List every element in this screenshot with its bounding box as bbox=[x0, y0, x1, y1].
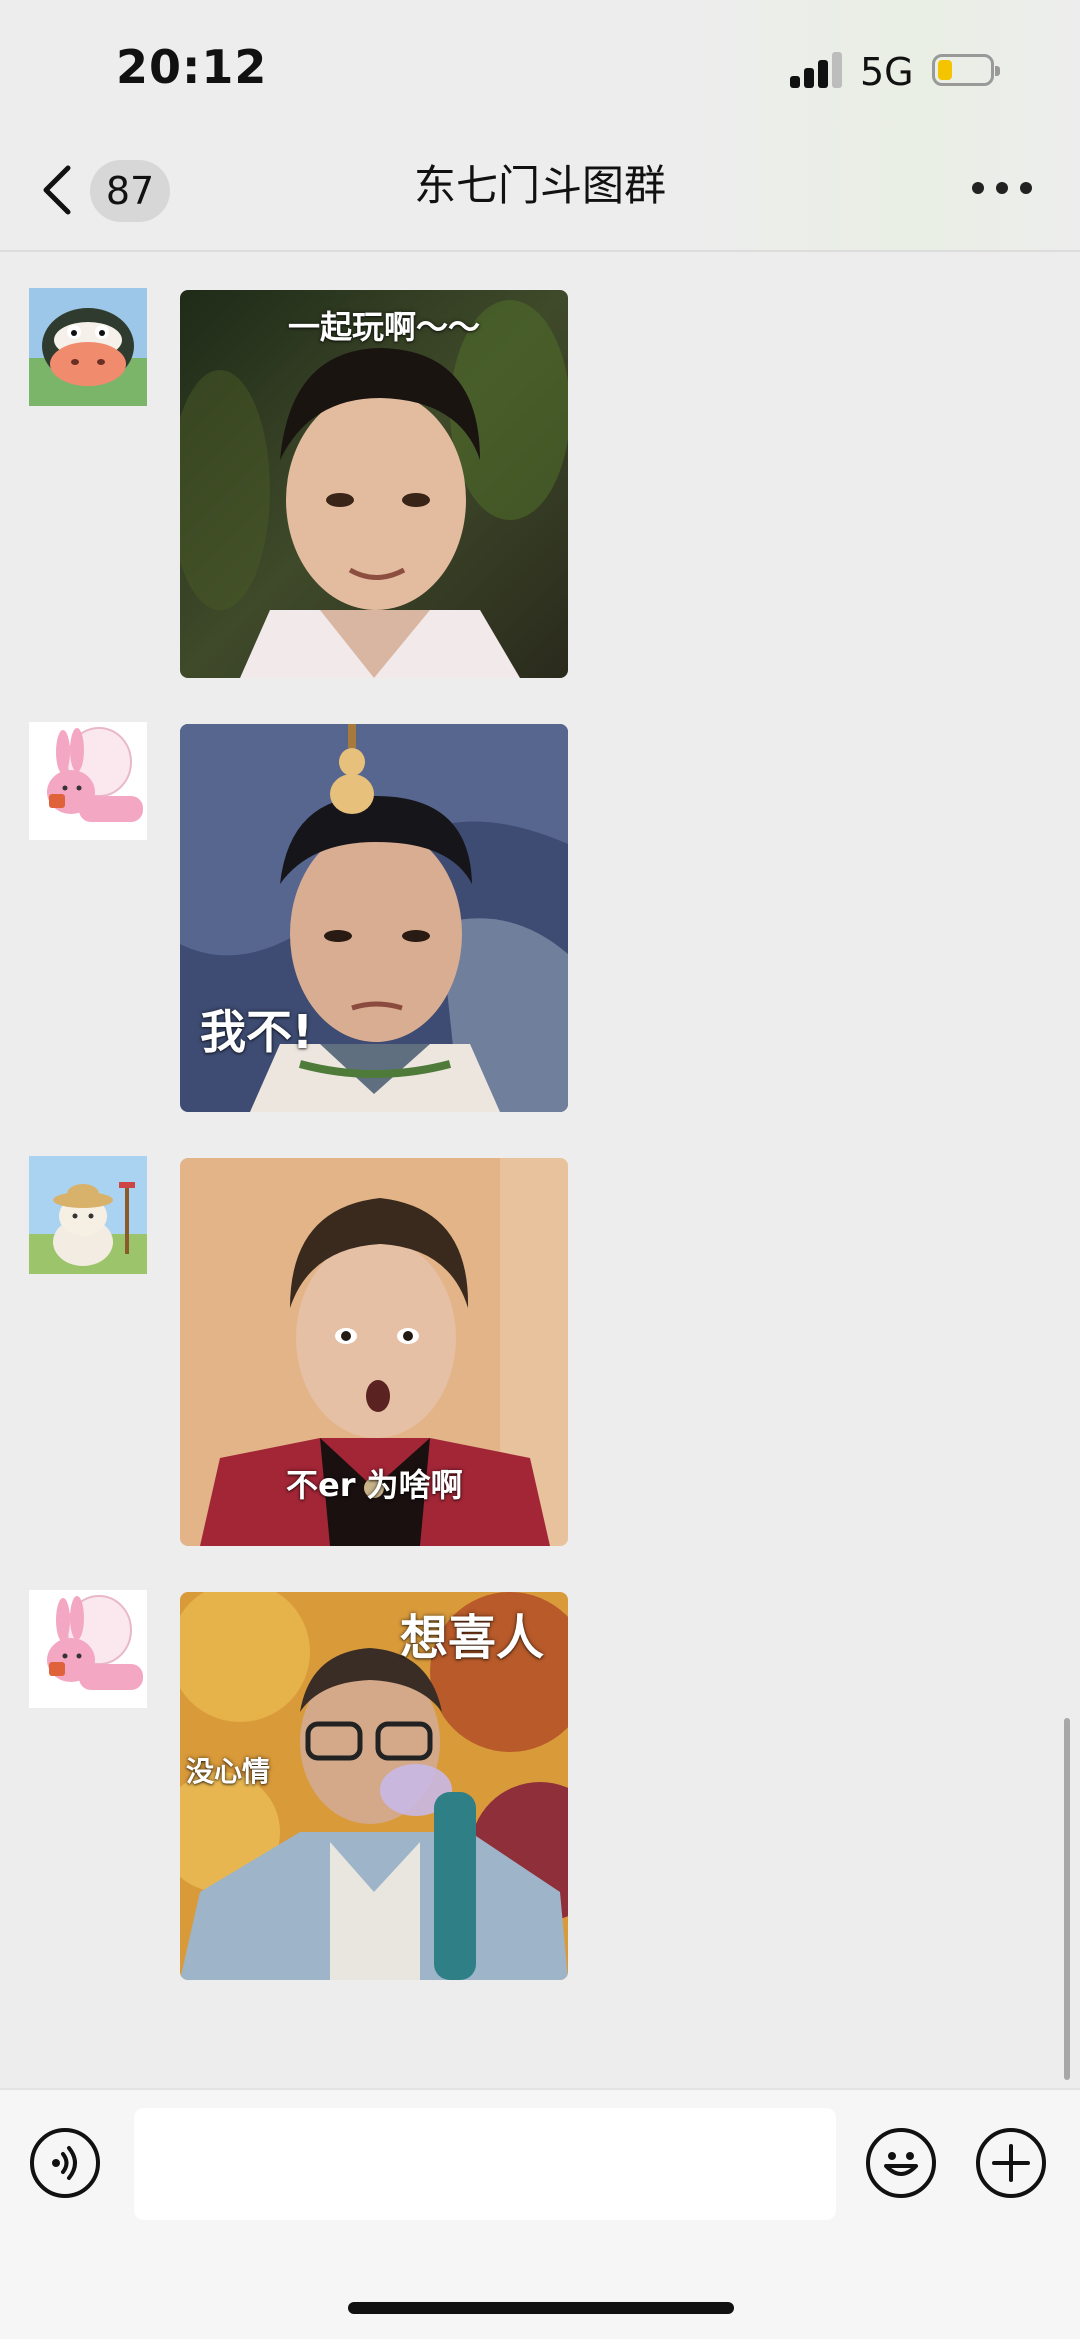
emoji-button[interactable] bbox=[866, 2128, 936, 2198]
plus-button[interactable] bbox=[976, 2128, 1046, 2198]
top-bar: 20:12 5G 87 东七门斗图群 bbox=[0, 0, 1080, 252]
sticker-caption: 不er 为啥啊 bbox=[286, 1466, 463, 1504]
battery-fill bbox=[938, 60, 952, 80]
pink-rabbit-avatar[interactable] bbox=[29, 1590, 147, 1708]
chat-title: 东七门斗图群 bbox=[413, 161, 666, 210]
status-time: 20:12 bbox=[116, 40, 268, 94]
sticker-message[interactable]: 我不! bbox=[180, 724, 568, 1112]
scrollbar[interactable] bbox=[1064, 1718, 1070, 2080]
emoji-icon bbox=[884, 2152, 918, 2176]
more-button[interactable] bbox=[972, 180, 1032, 198]
sticker-message[interactable]: 不er 为啥啊 bbox=[180, 1158, 568, 1546]
sticker-message[interactable]: 想喜人 没心情 bbox=[180, 1592, 568, 1980]
voice-button[interactable] bbox=[30, 2128, 100, 2198]
sticker-caption: 想喜人 bbox=[400, 1610, 545, 1666]
message-input[interactable] bbox=[134, 2108, 836, 2220]
sticker-message[interactable]: 一起玩啊～～ bbox=[180, 290, 568, 678]
home-indicator[interactable] bbox=[348, 2302, 734, 2314]
ellipsis-icon bbox=[972, 182, 984, 194]
signal-icon bbox=[790, 52, 846, 88]
plus-icon bbox=[992, 2144, 1030, 2182]
cow-avatar[interactable] bbox=[29, 288, 147, 406]
cat-farmer-avatar[interactable] bbox=[29, 1156, 147, 1274]
voice-icon bbox=[52, 2146, 77, 2180]
battery-icon bbox=[932, 54, 1000, 86]
network-label: 5G bbox=[860, 50, 914, 94]
sticker-caption-secondary: 没心情 bbox=[186, 1755, 271, 1788]
sticker-caption: 我不! bbox=[200, 1005, 313, 1059]
sticker-caption: 一起玩啊～～ bbox=[288, 308, 481, 346]
pink-rabbit-avatar[interactable] bbox=[29, 722, 147, 840]
